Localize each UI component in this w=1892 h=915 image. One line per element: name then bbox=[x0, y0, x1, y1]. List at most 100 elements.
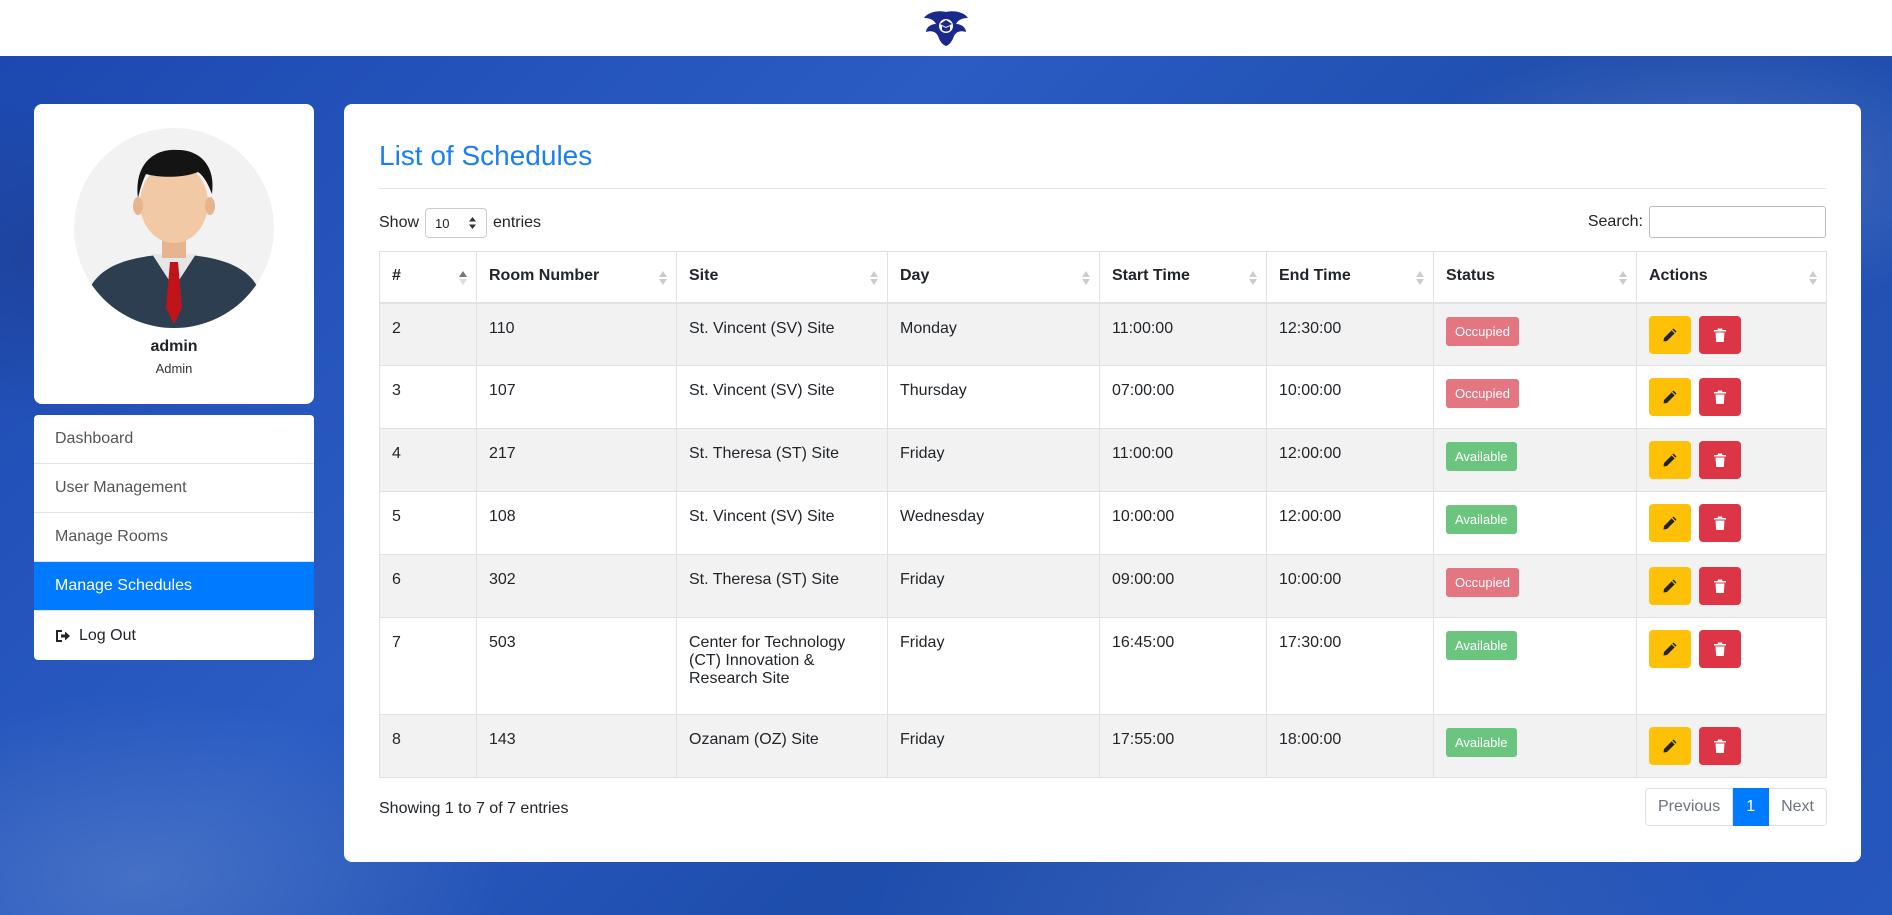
cell-end-time: 10:00:00 bbox=[1266, 554, 1434, 618]
delete-button[interactable] bbox=[1699, 630, 1741, 668]
cell-id: 2 bbox=[379, 302, 477, 366]
cell-id: 7 bbox=[379, 617, 477, 715]
table-info: Showing 1 to 7 of 7 entries bbox=[379, 800, 569, 817]
status-badge: Occupied bbox=[1446, 379, 1519, 408]
search-control: Search: bbox=[1588, 206, 1826, 238]
cell-status: Available bbox=[1433, 491, 1637, 555]
eagle-logo-icon bbox=[924, 11, 968, 46]
trash-icon bbox=[1714, 579, 1726, 593]
cell-status: Occupied bbox=[1433, 365, 1637, 429]
sidebar-nav: Dashboard User Management Manage Rooms M… bbox=[34, 415, 314, 660]
status-badge: Occupied bbox=[1446, 568, 1519, 597]
column-header-actions[interactable]: Actions bbox=[1636, 251, 1827, 304]
show-label: Show bbox=[379, 214, 420, 231]
cell-end-time: 18:00:00 bbox=[1266, 714, 1434, 778]
column-header-day[interactable]: Day bbox=[887, 251, 1100, 304]
row-actions bbox=[1649, 378, 1814, 416]
cell-start-time: 10:00:00 bbox=[1099, 491, 1267, 555]
cell-day: Friday bbox=[887, 554, 1100, 618]
pagination: Previous 1 Next bbox=[1644, 788, 1827, 826]
page-title: List of Schedules bbox=[379, 140, 593, 171]
search-input[interactable] bbox=[1649, 206, 1826, 238]
delete-button[interactable] bbox=[1699, 727, 1741, 765]
column-header-end-time[interactable]: End Time bbox=[1266, 251, 1434, 304]
cell-status: Available bbox=[1433, 714, 1637, 778]
cell-actions bbox=[1636, 554, 1827, 618]
cell-day: Thursday bbox=[887, 365, 1100, 429]
table-row: 6 302 St. Theresa (ST) Site Friday 09:00:00 1… bbox=[379, 554, 1827, 618]
trash-icon bbox=[1714, 328, 1726, 342]
cell-site: St. Vincent (SV) Site bbox=[676, 365, 888, 429]
sort-arrows-icon bbox=[1416, 271, 1424, 285]
edit-button[interactable] bbox=[1649, 441, 1691, 479]
pagination-next[interactable]: Next bbox=[1769, 788, 1827, 826]
row-actions bbox=[1649, 630, 1814, 668]
column-header-room-number[interactable]: Room Number bbox=[476, 251, 677, 304]
sidebar-item-logout[interactable]: Log Out bbox=[34, 611, 314, 660]
entries-length-select[interactable]: 10 bbox=[425, 208, 488, 238]
schedules-table: # Room Number Site Day Start Time End Ti… bbox=[379, 251, 1827, 778]
edit-button[interactable] bbox=[1649, 504, 1691, 542]
delete-button[interactable] bbox=[1699, 315, 1741, 354]
trash-icon bbox=[1714, 739, 1726, 753]
cell-end-time: 12:00:00 bbox=[1266, 428, 1434, 492]
edit-button[interactable] bbox=[1649, 315, 1691, 354]
column-header-status[interactable]: Status bbox=[1433, 251, 1637, 304]
row-actions bbox=[1649, 441, 1814, 479]
sort-arrows-icon bbox=[1619, 271, 1627, 285]
delete-button[interactable] bbox=[1699, 567, 1741, 605]
edit-button[interactable] bbox=[1649, 727, 1691, 765]
cell-id: 6 bbox=[379, 554, 477, 618]
cell-day: Friday bbox=[887, 714, 1100, 778]
table-row: 3 107 St. Vincent (SV) Site Thursday 07:00:0… bbox=[379, 365, 1827, 429]
edit-button[interactable] bbox=[1649, 630, 1691, 668]
edit-button[interactable] bbox=[1649, 567, 1691, 605]
cell-site: Center for Technology (CT) Innovation & … bbox=[676, 617, 888, 715]
entries-length-value: 10 bbox=[435, 215, 450, 231]
entries-label: entries bbox=[493, 214, 542, 231]
cell-status: Occupied bbox=[1433, 554, 1637, 618]
pagination-previous[interactable]: Previous bbox=[1644, 788, 1734, 826]
trash-icon bbox=[1714, 390, 1726, 404]
sort-arrows-icon bbox=[1249, 271, 1257, 285]
profile-name: admin bbox=[150, 338, 198, 355]
cell-site: Ozanam (OZ) Site bbox=[676, 714, 888, 778]
cell-id: 8 bbox=[379, 714, 477, 778]
sidebar-item-dashboard[interactable]: Dashboard bbox=[34, 415, 314, 464]
cell-id: 4 bbox=[379, 428, 477, 492]
cell-actions bbox=[1636, 365, 1827, 429]
cell-end-time: 10:00:00 bbox=[1266, 365, 1434, 429]
status-badge: Available bbox=[1446, 505, 1517, 534]
avatar bbox=[74, 128, 274, 328]
cell-start-time: 07:00:00 bbox=[1099, 365, 1267, 429]
status-badge: Occupied bbox=[1446, 316, 1519, 346]
column-header-number[interactable]: # bbox=[379, 251, 477, 304]
status-badge: Available bbox=[1446, 728, 1517, 757]
top-header bbox=[0, 0, 1892, 56]
sidebar-item-user-management[interactable]: User Management bbox=[34, 464, 314, 513]
schedules-panel: List of Schedules Show 10 entries Search… bbox=[344, 104, 1861, 862]
sidebar-item-manage-schedules[interactable]: Manage Schedules bbox=[34, 562, 314, 611]
cell-day: Monday bbox=[887, 302, 1100, 366]
cell-status: Occupied bbox=[1433, 302, 1637, 366]
cell-end-time: 12:30:00 bbox=[1266, 302, 1434, 366]
cell-room-number: 107 bbox=[476, 365, 677, 429]
cell-start-time: 11:00:00 bbox=[1099, 302, 1267, 366]
column-header-start-time[interactable]: Start Time bbox=[1099, 251, 1267, 304]
delete-button[interactable] bbox=[1699, 378, 1741, 416]
table-row: 2 110 St. Vincent (SV) Site Monday 11:00:00 1… bbox=[379, 302, 1827, 366]
cell-status: Available bbox=[1433, 617, 1637, 715]
logout-label: Log Out bbox=[79, 626, 136, 644]
pencil-icon bbox=[1663, 642, 1677, 656]
delete-button[interactable] bbox=[1699, 441, 1741, 479]
edit-button[interactable] bbox=[1649, 378, 1691, 416]
row-actions bbox=[1649, 315, 1814, 354]
cell-actions bbox=[1636, 491, 1827, 555]
pagination-page-1[interactable]: 1 bbox=[1733, 788, 1770, 826]
sidebar-item-manage-rooms[interactable]: Manage Rooms bbox=[34, 513, 314, 562]
sort-arrows-icon bbox=[659, 271, 667, 285]
delete-button[interactable] bbox=[1699, 504, 1741, 542]
column-header-site[interactable]: Site bbox=[676, 251, 888, 304]
cell-id: 3 bbox=[379, 365, 477, 429]
sort-arrows-icon bbox=[870, 271, 878, 285]
